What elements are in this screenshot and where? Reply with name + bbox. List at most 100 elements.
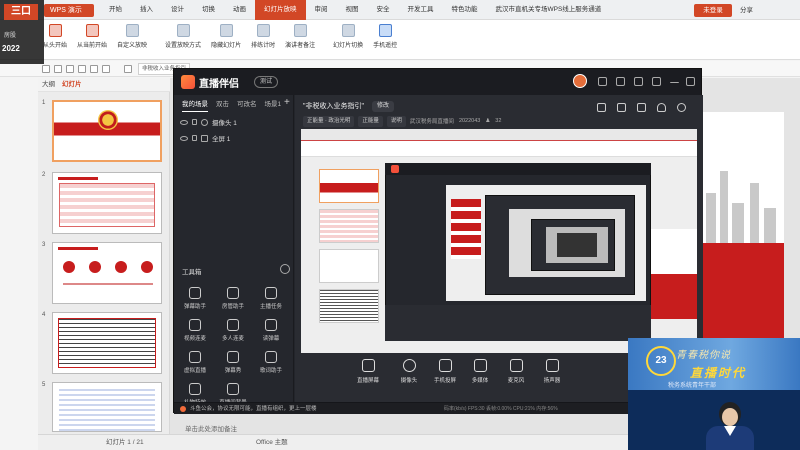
- menu-item[interactable]: 设计: [162, 0, 193, 20]
- control-button[interactable]: 手机投屏: [428, 359, 462, 384]
- scene-tab[interactable]: 场景1: [265, 99, 282, 112]
- undo-icon[interactable]: [90, 65, 98, 73]
- eye-icon[interactable]: [180, 119, 188, 125]
- menu-item[interactable]: 幻灯片放映: [255, 0, 306, 20]
- viewer-count: 32: [495, 118, 502, 124]
- source-item-screen[interactable]: 全屏 1: [180, 131, 288, 145]
- scene-tab[interactable]: 双击: [216, 99, 229, 112]
- wps-app-button[interactable]: WPS 演示: [44, 4, 94, 17]
- preview-icon[interactable]: [78, 65, 86, 73]
- menu-item[interactable]: 插入: [131, 0, 162, 20]
- toolbox-item[interactable]: 视频连麦: [176, 319, 214, 342]
- control-button[interactable]: 直播屏幕: [351, 359, 385, 384]
- ribbon-button[interactable]: 从当前开始: [72, 20, 112, 60]
- slide-thumbnail-3[interactable]: [52, 242, 162, 304]
- lock-icon[interactable]: [192, 135, 197, 141]
- lock-icon-shape: [616, 103, 626, 112]
- toolbox-item[interactable]: 主播任务: [252, 287, 290, 310]
- menu-item[interactable]: 开始: [100, 0, 131, 20]
- ribbon-button[interactable]: 隐藏幻灯片: [206, 20, 246, 60]
- building-shape: [750, 183, 759, 243]
- lock-open-icon[interactable]: [635, 103, 647, 117]
- live-title: "非税收入业务指引": [303, 103, 364, 110]
- toolbox-item[interactable]: 弹幕助手: [176, 287, 214, 310]
- building-shape: [764, 208, 776, 243]
- toolbox-item[interactable]: 虚拟直播: [176, 351, 214, 374]
- share-button[interactable]: 分享: [740, 4, 753, 17]
- edit-title-button[interactable]: 修改: [371, 100, 394, 112]
- slide-thumbnail-5[interactable]: [52, 382, 162, 432]
- maximize-icon[interactable]: [686, 77, 695, 86]
- video-link-icon: [189, 319, 201, 331]
- open-icon[interactable]: [42, 65, 50, 73]
- stream-stats: 码率(kb/s) FPS:30 丢帧:0.00% CPU:21% 内存:56%: [444, 406, 558, 412]
- category-chip[interactable]: 正能量 · 政治光明: [303, 115, 355, 127]
- control-button[interactable]: 摄像头: [392, 359, 426, 384]
- ribbon-button[interactable]: 自定义放映: [112, 20, 152, 60]
- version-badge[interactable]: 测试: [254, 76, 279, 88]
- share-icon[interactable]: [675, 103, 687, 117]
- lyrics-icon: [265, 351, 277, 363]
- notice-chip[interactable]: 说明: [386, 115, 406, 127]
- ribbon-button[interactable]: 排练计时: [246, 20, 280, 60]
- toolbox-item-label: 读弹幕: [262, 336, 280, 342]
- skin-icon[interactable]: [616, 77, 625, 86]
- login-button[interactable]: 未登录: [694, 4, 732, 17]
- lock-icon[interactable]: [192, 119, 197, 125]
- eye-icon[interactable]: [180, 135, 188, 141]
- toolbox-item[interactable]: 歌词助手: [252, 351, 290, 374]
- lock-icon[interactable]: [615, 103, 627, 117]
- ribbon-button[interactable]: 设置放映方式: [160, 20, 206, 60]
- banner-title-line2: 直播时代: [690, 366, 747, 380]
- menu-item[interactable]: 开发工具: [399, 0, 443, 20]
- slide-thumbnail-2[interactable]: [52, 172, 162, 234]
- toolbox-item-label: 歌词助手: [259, 368, 282, 374]
- slide-thumbnail-1[interactable]: 非税收入业务指引: [52, 100, 162, 162]
- toolbox-item-label: 虚拟直播: [183, 368, 206, 374]
- menu-icon[interactable]: [652, 77, 661, 86]
- notes-placeholder[interactable]: 单击此处添加备注: [185, 423, 237, 433]
- menu-item[interactable]: 动画: [224, 0, 255, 20]
- ribbon-button[interactable]: 手机遥控: [368, 20, 402, 60]
- ribbon-button-label: 从当前开始: [77, 43, 108, 49]
- tab-outline[interactable]: 大纲: [42, 78, 55, 92]
- stream-preview[interactable]: [301, 129, 697, 353]
- print-icon[interactable]: [66, 65, 74, 73]
- layout-icon[interactable]: [595, 103, 607, 117]
- add-scene-button[interactable]: +: [284, 97, 290, 108]
- toolbox-item[interactable]: 多人连麦: [214, 319, 252, 342]
- source-item-camera[interactable]: 摄像头 1: [180, 115, 288, 129]
- ribbon-button[interactable]: 幻灯片切换: [328, 20, 368, 60]
- toolbox-item-label: 房管助手: [221, 304, 244, 310]
- menu-item[interactable]: 武汉市直机关专场WPS线上服务通道: [487, 0, 611, 20]
- toolbox-item[interactable]: 房管助手: [214, 287, 252, 310]
- filter-icon[interactable]: [634, 77, 643, 86]
- ribbon-button[interactable]: 演讲者备注: [280, 20, 320, 60]
- scene-tab[interactable]: 可改名: [237, 99, 257, 112]
- toolbox-item[interactable]: 弹幕秀: [214, 351, 252, 374]
- message-icon[interactable]: [598, 77, 607, 86]
- control-button[interactable]: 多媒体: [463, 359, 497, 384]
- menu-item[interactable]: 安全: [368, 0, 399, 20]
- slide-text-block: [59, 389, 155, 431]
- scene-tab[interactable]: 我的场景: [182, 99, 208, 112]
- minimize-icon[interactable]: [670, 82, 679, 84]
- control-button[interactable]: 扬声器: [535, 359, 569, 384]
- category-chip[interactable]: 正能量: [358, 115, 383, 127]
- task-icon: [265, 287, 277, 299]
- toolbox-item[interactable]: 读弹幕: [252, 319, 290, 342]
- redo-icon[interactable]: [102, 65, 110, 73]
- menu-item[interactable]: 审阅: [306, 0, 337, 20]
- slide-thumbnail-4[interactable]: [52, 312, 162, 374]
- save-icon[interactable]: [54, 65, 62, 73]
- bell-icon[interactable]: [655, 103, 667, 117]
- menu-item[interactable]: 特色功能: [443, 0, 487, 20]
- menu-item[interactable]: 切换: [193, 0, 224, 20]
- scene-tab-bar: 我的场景 双击 可改名 场景1: [182, 99, 289, 112]
- avatar[interactable]: [573, 74, 587, 88]
- toolbox-toggle-icon[interactable]: [280, 264, 290, 274]
- screen-icon: [201, 134, 208, 142]
- menu-item[interactable]: 视图: [337, 0, 368, 20]
- notice-text[interactable]: 斗鱼公会，协议无限可能，直播有组织，更上一层楼: [190, 403, 317, 415]
- control-button[interactable]: 麦克风: [499, 359, 533, 384]
